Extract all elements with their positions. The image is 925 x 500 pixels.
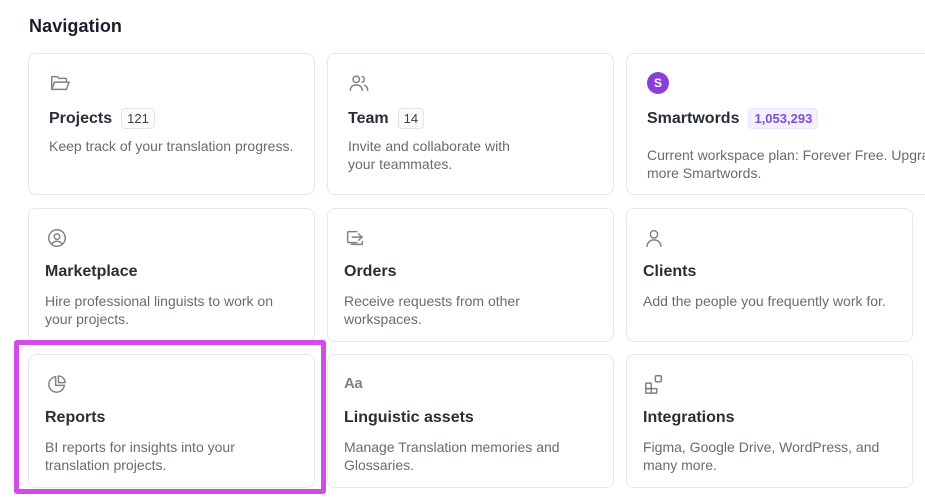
text-aa-icon: Aa <box>344 373 366 395</box>
card-title: Marketplace <box>45 263 138 280</box>
section-title: Navigation <box>29 16 123 36</box>
card-integrations[interactable]: Integrations Figma, Google Drive, WordPr… <box>626 354 913 488</box>
card-reports[interactable]: Reports BI reports for insights into you… <box>28 354 315 488</box>
card-marketplace[interactable]: Marketplace Hire professional linguists … <box>28 208 315 342</box>
card-description: Keep track of your translation progress. <box>49 138 294 154</box>
card-title: Orders <box>344 263 397 280</box>
card-description: Current workspace plan: Forever Free. Up… <box>647 146 925 182</box>
inbox-arrow-icon <box>344 227 366 249</box>
card-title: Linguistic assets <box>344 409 474 426</box>
card-title: Integrations <box>643 409 735 426</box>
card-description: Hire professional linguists to work on y… <box>45 293 273 327</box>
card-title: Clients <box>643 263 697 280</box>
navigation-page: Navigation Projects 121 Keep track of yo… <box>0 0 925 500</box>
count-badge: 121 <box>121 108 155 129</box>
card-clients[interactable]: Clients Add the people you frequently wo… <box>626 208 913 342</box>
card-description-line: more Smartwords. <box>647 165 762 181</box>
user-icon <box>643 227 665 249</box>
card-description: Receive requests from other workspaces. <box>344 293 520 327</box>
text-aa-glyph: Aa <box>344 375 363 392</box>
pie-chart-icon <box>46 373 68 395</box>
card-smartwords[interactable]: S Smartwords 1,053,293 Current workspace… <box>626 53 925 195</box>
folder-open-icon <box>49 72 71 94</box>
card-team[interactable]: Team 14 Invite and collaborate with your… <box>327 53 614 195</box>
card-title: Smartwords <box>647 109 740 127</box>
card-description: Figma, Google Drive, WordPress, and many… <box>643 439 880 473</box>
card-description: Invite and collaborate with your teammat… <box>348 138 510 172</box>
apps-grid-icon <box>643 373 665 395</box>
card-description: BI reports for insights into your transl… <box>45 439 235 473</box>
card-description: Manage Translation memories and Glossari… <box>344 439 560 473</box>
card-description-line: Current workspace plan: Forever Free. Up… <box>647 147 925 163</box>
card-orders[interactable]: Orders Receive requests from other works… <box>327 208 614 342</box>
card-linguistic-assets[interactable]: Aa Linguistic assets Manage Translation … <box>327 354 614 488</box>
card-title: Team <box>348 109 389 127</box>
smartwords-avatar: S <box>647 72 669 94</box>
card-description: Add the people you frequently work for. <box>643 293 886 309</box>
card-title: Reports <box>45 409 106 426</box>
user-search-icon <box>46 227 68 249</box>
smartwords-count-badge: 1,053,293 <box>748 108 819 129</box>
users-icon <box>348 72 370 94</box>
count-badge: 14 <box>397 108 425 129</box>
card-projects[interactable]: Projects 121 Keep track of your translat… <box>28 53 315 195</box>
avatar: S <box>647 72 669 94</box>
card-title: Projects <box>49 109 113 127</box>
